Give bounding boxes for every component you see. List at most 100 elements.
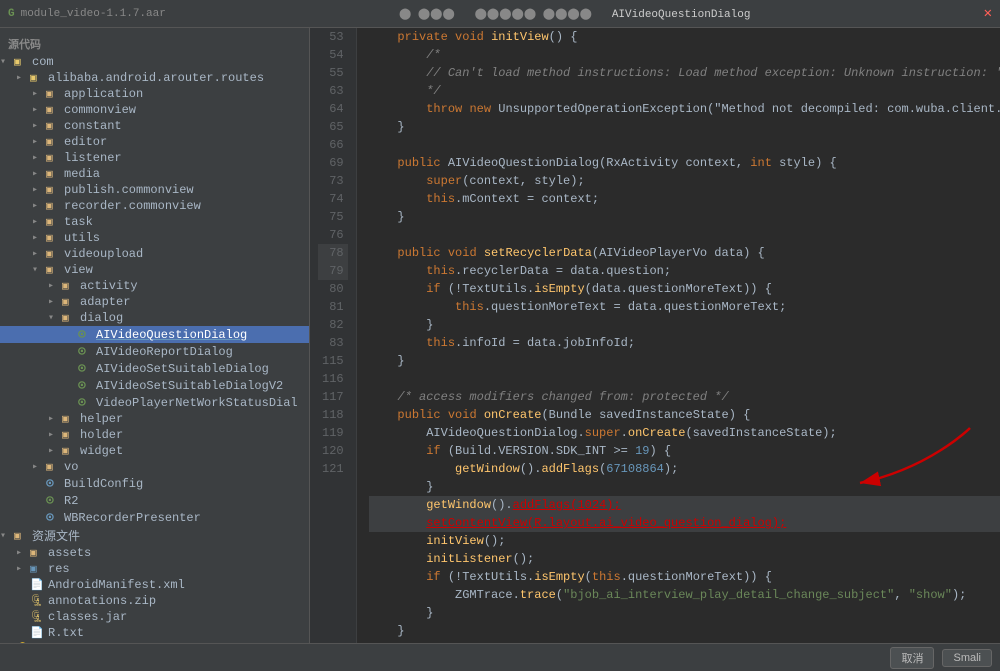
code-line: } xyxy=(369,478,1000,496)
tree-arrow: ▸ xyxy=(32,232,46,244)
code-line: /* xyxy=(369,46,1000,64)
line-number: 66 xyxy=(318,136,348,154)
code-line: if (!TextUtils.isEmpty(this.questionMore… xyxy=(369,568,1000,586)
line-number: 80 xyxy=(318,280,348,298)
line-numbers: 5354556364656669737475767879808182831151… xyxy=(310,28,357,643)
line-number: 74 xyxy=(318,190,348,208)
tree-label: publish.commonview xyxy=(64,183,194,197)
code-line: } xyxy=(369,352,1000,370)
tree-item-widget[interactable]: ▸▣widget xyxy=(0,443,309,459)
tree-item-holder[interactable]: ▸▣holder xyxy=(0,427,309,443)
tree-item-buildconfig[interactable]: ⊙BuildConfig xyxy=(0,475,309,492)
line-number: 78 xyxy=(318,244,348,262)
close-button[interactable]: ✕ xyxy=(984,5,992,22)
file-icon: 📄 xyxy=(30,626,46,640)
code-line: ZGMTrace.trace("bjob_ai_interview_play_d… xyxy=(369,586,1000,604)
tree-item-annotations.zip[interactable]: 🗜annotations.zip xyxy=(0,593,309,609)
tree-label: AIVideoSetSuitableDialog xyxy=(96,362,269,376)
tree-label: R.txt xyxy=(48,626,84,640)
tree-label: editor xyxy=(64,135,107,149)
code-panel[interactable]: 5354556364656669737475767879808182831151… xyxy=(310,28,1000,643)
tree-label: vo xyxy=(64,460,78,474)
tree-label: adapter xyxy=(80,295,130,309)
tree-item-videoplayernetworkstatusdial[interactable]: ⊙VideoPlayerNetWorkStatusDial xyxy=(0,394,309,411)
tree-item-aivideosetsuitabledialogv2[interactable]: ⊙AIVideoSetSuitableDialogV2 xyxy=(0,377,309,394)
tree-item-aivideosetsuitabledialog[interactable]: ⊙AIVideoSetSuitableDialog xyxy=(0,360,309,377)
line-number: 115 xyxy=(318,352,348,370)
tree-label: AIVideoSetSuitableDialogV2 xyxy=(96,379,283,393)
code-line: setContentView(R.layout.ai_video_questio… xyxy=(369,514,1000,532)
tree-item-assets[interactable]: ▸▣assets xyxy=(0,545,309,561)
tree-arrow: ▸ xyxy=(32,184,46,196)
tree-arrow: ▾ xyxy=(0,530,14,542)
tree-item-aivideoreportdialog[interactable]: ⊙AIVideoReportDialog xyxy=(0,343,309,360)
code-line: super(context, style); xyxy=(369,172,1000,190)
package-icon: ▣ xyxy=(14,55,30,69)
tree-item-view[interactable]: ▾▣view xyxy=(0,262,309,278)
tree-arrow: ▸ xyxy=(32,104,46,116)
tree-item-task[interactable]: ▸▣task xyxy=(0,214,309,230)
tree-arrow: ▸ xyxy=(32,120,46,132)
tree-arrow: ▸ xyxy=(48,413,62,425)
tree-item-vo[interactable]: ▸▣vo xyxy=(0,459,309,475)
tree-item-helper[interactable]: ▸▣helper xyxy=(0,411,309,427)
tree-arrow: ▾ xyxy=(0,56,14,68)
tree-item-dialog[interactable]: ▾▣dialog xyxy=(0,310,309,326)
tree-label: widget xyxy=(80,444,123,458)
tree-item-classes.jar[interactable]: 🗜classes.jar xyxy=(0,609,309,625)
tree-item-资源文件[interactable]: ▾▣资源文件 xyxy=(0,526,309,545)
tree-item-recorder.commonview[interactable]: ▸▣recorder.commonview xyxy=(0,198,309,214)
tree-item-commonview[interactable]: ▸▣commonview xyxy=(0,102,309,118)
folder-icon: ▣ xyxy=(30,546,46,560)
tree-item-res[interactable]: ▸▣res xyxy=(0,561,309,577)
title-bar-left: G module_video-1.1.7.aar xyxy=(8,8,166,20)
tree-item-application[interactable]: ▸▣application xyxy=(0,86,309,102)
tree-item-videoupload[interactable]: ▸▣videoupload xyxy=(0,246,309,262)
tree-label: WBRecorderPresenter xyxy=(64,511,201,525)
tree-label: assets xyxy=(48,546,91,560)
tree-item-androidmanifest.xml[interactable]: 📄AndroidManifest.xml xyxy=(0,577,309,593)
folder-icon: ▣ xyxy=(46,460,62,474)
smali-button[interactable]: Smali xyxy=(942,649,992,667)
tree-arrow: ▾ xyxy=(48,312,62,324)
code-line xyxy=(369,370,1000,388)
line-number: 53 xyxy=(318,28,348,46)
tree-item-r.txt[interactable]: 📄R.txt xyxy=(0,625,309,641)
folder-icon: ▣ xyxy=(46,151,62,165)
tree-item-aivideoquestiondialog[interactable]: ⊙AIVideoQuestionDialog xyxy=(0,326,309,343)
folder-icon: ▣ xyxy=(62,295,78,309)
tree-item-publish.commonview[interactable]: ▸▣publish.commonview xyxy=(0,182,309,198)
tree-item-r2[interactable]: ⊙R2 xyxy=(0,492,309,509)
tree-label: media xyxy=(64,167,100,181)
tree-item-listener[interactable]: ▸▣listener xyxy=(0,150,309,166)
code-line: if (!TextUtils.isEmpty(data.questionMore… xyxy=(369,280,1000,298)
tree-label: application xyxy=(64,87,143,101)
tree-item-wbrecorderpresenter[interactable]: ⊙WBRecorderPresenter xyxy=(0,509,309,526)
tree-arrow: ▸ xyxy=(16,547,30,559)
sidebar: 源代码 ▾▣com▸▣alibaba.android.arouter.route… xyxy=(0,28,310,643)
tree-item-media[interactable]: ▸▣media xyxy=(0,166,309,182)
tree-arrow: ▸ xyxy=(32,200,46,212)
code-line: /* access modifiers changed from: protec… xyxy=(369,388,1000,406)
tree-item-adapter[interactable]: ▸▣adapter xyxy=(0,294,309,310)
class-g-icon: ⊙ xyxy=(78,327,94,342)
line-number: 65 xyxy=(318,118,348,136)
line-number: 117 xyxy=(318,388,348,406)
folder-icon: ▣ xyxy=(46,167,62,181)
tree-label: BuildConfig xyxy=(64,477,143,491)
tree-item-com[interactable]: ▾▣com xyxy=(0,54,309,70)
tree-item-editor[interactable]: ▸▣editor xyxy=(0,134,309,150)
code-line: */ xyxy=(369,82,1000,100)
tree-arrow: ▸ xyxy=(32,168,46,180)
tree-item-alibaba.android.arouter.routes[interactable]: ▸▣alibaba.android.arouter.routes xyxy=(0,70,309,86)
tree-arrow: ▸ xyxy=(32,136,46,148)
tree-item-constant[interactable]: ▸▣constant xyxy=(0,118,309,134)
tree-label: commonview xyxy=(64,103,136,117)
folder-icon: ▣ xyxy=(62,412,78,426)
tree-label: listener xyxy=(64,151,122,165)
tree-label: R2 xyxy=(64,494,78,508)
cancel-button[interactable]: 取消 xyxy=(890,647,934,669)
tree-item-activity[interactable]: ▸▣activity xyxy=(0,278,309,294)
tree-item-utils[interactable]: ▸▣utils xyxy=(0,230,309,246)
tree-label: classes.jar xyxy=(48,610,127,624)
